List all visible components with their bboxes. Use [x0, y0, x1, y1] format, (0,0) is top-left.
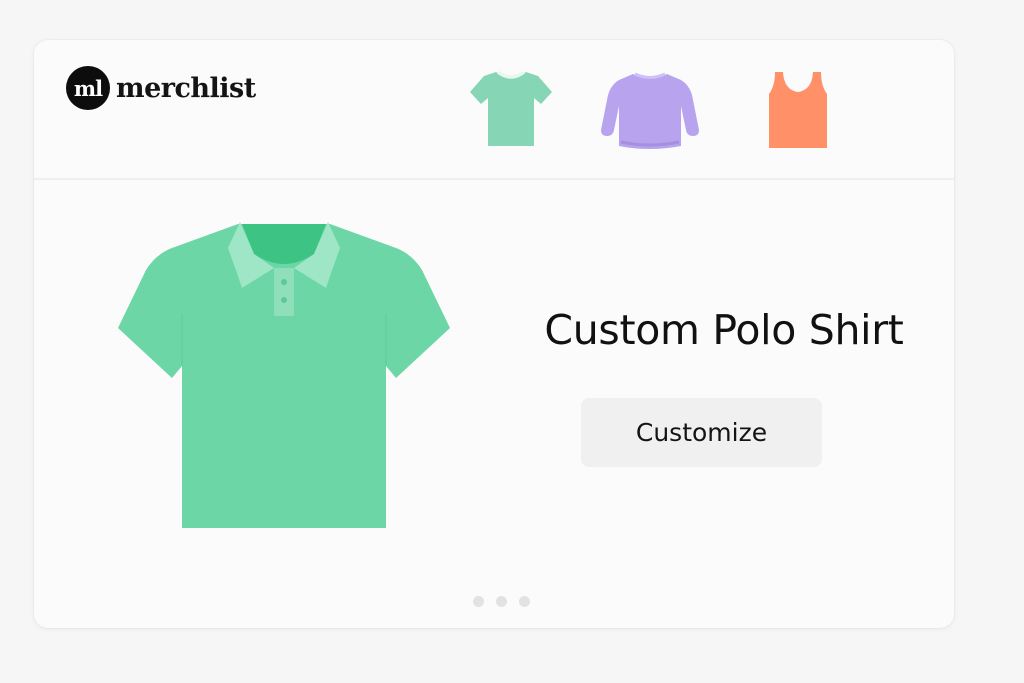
thumbnail-tank-top[interactable] — [767, 70, 829, 150]
carousel-dot[interactable] — [473, 596, 484, 607]
carousel-dot[interactable] — [496, 596, 507, 607]
sweatshirt-icon — [601, 72, 699, 149]
product-card: ml merchlist Custom Polo Shirt Customize — [34, 40, 954, 628]
thumbnail-tshirt[interactable] — [468, 68, 554, 150]
customize-button[interactable]: Customize — [581, 398, 822, 467]
polo-shirt-icon — [118, 222, 450, 528]
logo-mark: ml — [66, 66, 110, 110]
tshirt-icon — [470, 70, 552, 146]
header: ml merchlist — [34, 40, 954, 180]
carousel-indicator — [473, 596, 530, 607]
brand-logo[interactable]: ml merchlist — [66, 64, 256, 112]
logo-wordmark: merchlist — [116, 72, 256, 104]
thumbnail-sweatshirt[interactable] — [599, 70, 701, 152]
carousel-dot[interactable] — [519, 596, 530, 607]
product-image — [116, 218, 452, 541]
tank-top-icon — [769, 72, 827, 148]
product-title: Custom Polo Shirt — [544, 306, 904, 354]
